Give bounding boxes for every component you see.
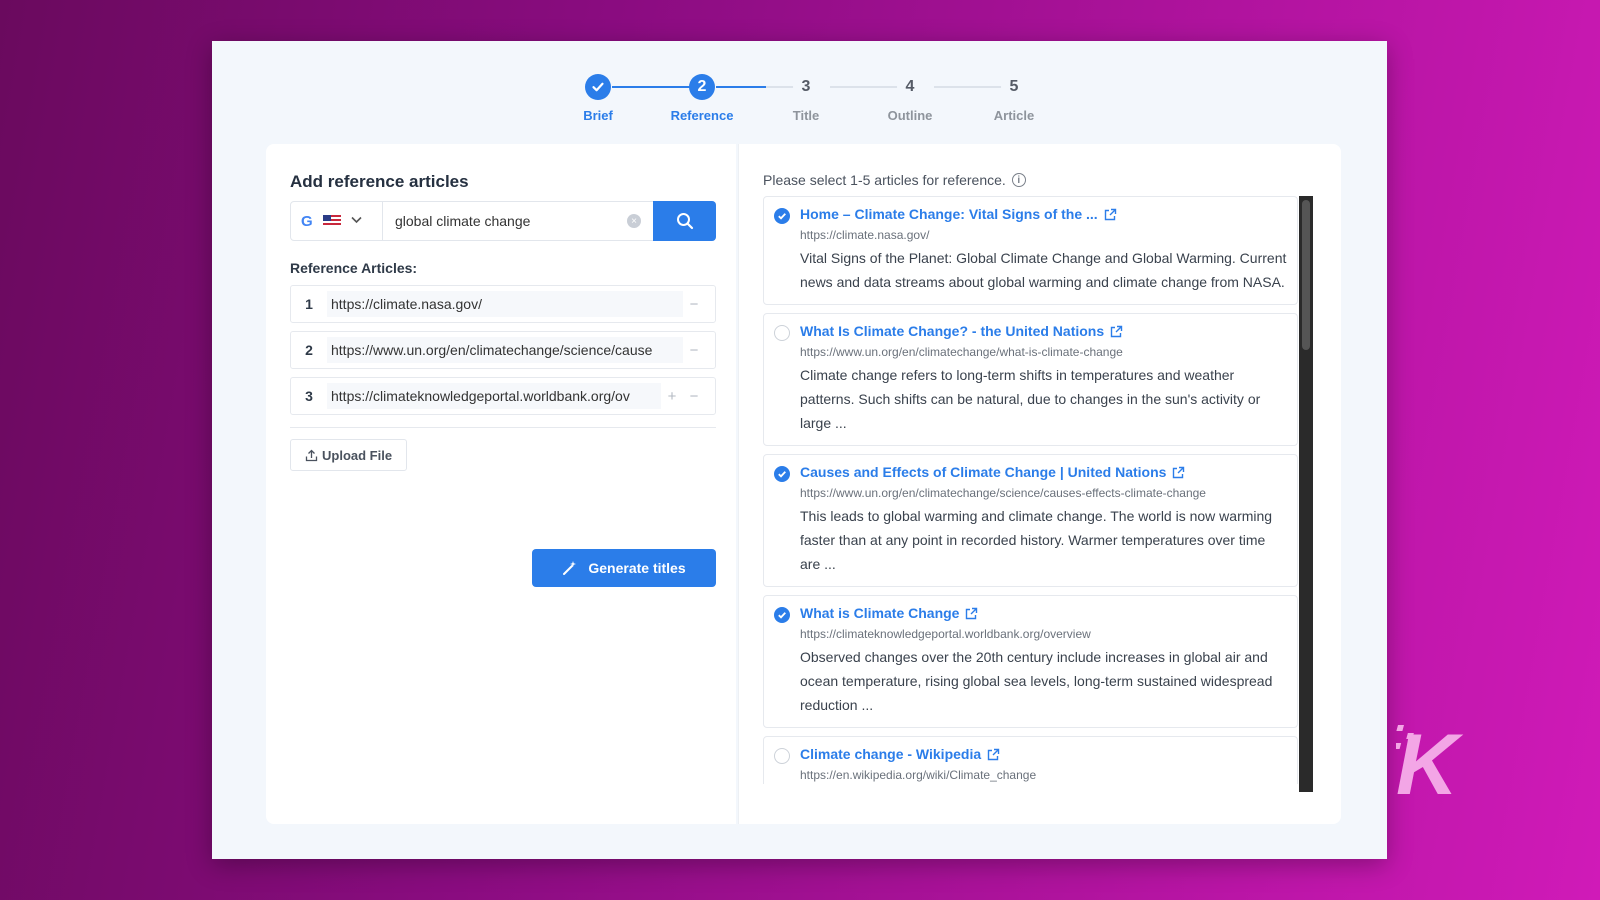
reference-number: 1 [305,296,313,312]
result-title: Climate change - Wikipedia [800,746,982,762]
reference-url-input[interactable]: https://www.un.org/en/climatechange/scie… [327,337,683,363]
result-title-link[interactable]: What Is Climate Change? - the United Nat… [800,323,1287,339]
unselected-checkbox[interactable] [774,748,790,764]
search-button[interactable] [653,201,716,241]
result-description: Vital Signs of the Planet: Global Climat… [800,250,1287,290]
remove-icon[interactable]: − [683,388,705,405]
reference-url-input[interactable]: https://climate.nasa.gov/ [327,291,683,317]
step-reference[interactable]: 2 Reference [652,74,752,123]
info-icon[interactable]: i [1011,173,1026,187]
search-bar: G × [290,201,716,241]
generate-titles-button[interactable]: Generate titles [532,549,716,587]
reference-number: 2 [305,342,313,358]
result-url: https://en.wikipedia.org/wiki/Climate_ch… [800,768,1037,782]
add-icon[interactable]: + [661,388,683,405]
result-title-link[interactable]: What is Climate Change [800,605,1287,621]
selection-instruction: Please select 1-5 articles for reference… [763,172,1026,188]
reference-row: 3 https://climateknowledgeportal.worldba… [290,377,716,415]
result-item: Climate change - Wikipedia https://en.wi… [763,736,1298,784]
step-number: 5 [1001,74,1027,100]
selected-checkbox[interactable] [774,208,790,224]
remove-icon[interactable]: − [683,296,705,313]
reference-row: 1 https://climate.nasa.gov/ − [290,285,716,323]
upload-icon [305,449,318,461]
divider [290,427,716,428]
reference-input-panel: Add reference articles G × Reference Art… [266,144,736,824]
clear-icon[interactable]: × [627,214,641,228]
unselected-checkbox[interactable] [774,325,790,341]
result-url: https://www.un.org/en/climatechange/what… [800,345,1123,359]
external-link-icon [987,748,1000,760]
result-item: Home – Climate Change: Vital Signs of th… [763,196,1298,305]
result-title: What Is Climate Change? - the United Nat… [800,323,1105,339]
result-url: https://climate.nasa.gov/ [800,228,930,242]
result-title: What is Climate Change [800,605,960,621]
result-title: Home – Climate Change: Vital Signs of th… [800,206,1098,222]
result-description: This leads to global warming and climate… [800,508,1273,572]
wizard-card: Brief 2 Reference 3 Title 4 Outline 5 Ar… [212,41,1387,859]
step-label: Outline [887,108,933,123]
scroll-thumb[interactable] [1302,200,1310,350]
result-description: Observed changes over the 20th century i… [800,649,1273,713]
result-item: What Is Climate Change? - the United Nat… [763,313,1298,446]
magic-wand-icon [563,561,577,575]
step-outline[interactable]: 4 Outline [860,74,960,123]
result-item: Causes and Effects of Climate Change | U… [763,454,1298,587]
step-article[interactable]: 5 Article [964,74,1064,123]
selected-checkbox[interactable] [774,607,790,623]
check-icon [585,74,611,100]
generate-label: Generate titles [588,560,686,576]
engine-region-select[interactable]: G [291,202,383,240]
chevron-down-icon [351,215,362,227]
step-number: 4 [897,74,923,100]
result-title-link[interactable]: Climate change - Wikipedia [800,746,1287,762]
search-icon [676,213,693,230]
external-link-icon [1173,466,1185,478]
reference-list: 1 https://climate.nasa.gov/ − 2 https://… [290,285,716,423]
search-input[interactable] [383,202,627,240]
results-list: Home – Climate Change: Vital Signs of th… [763,196,1298,784]
result-title-link[interactable]: Causes and Effects of Climate Change | U… [800,464,1287,480]
us-flag-icon [322,215,341,227]
results-scrollbar[interactable] [1299,196,1313,792]
panel-heading: Add reference articles [290,172,469,191]
instruction-text: Please select 1-5 articles for reference… [763,172,1006,188]
step-brief[interactable]: Brief [548,74,648,123]
upload-label: Upload File [322,447,393,463]
step-number: 2 [689,74,715,100]
search-results-panel: Please select 1-5 articles for reference… [738,144,1341,824]
external-link-icon [966,607,978,619]
reference-url-input[interactable]: https://climateknowledgeportal.worldbank… [327,383,661,409]
step-label: Article [993,108,1035,123]
result-url: https://climateknowledgeportal.worldbank… [800,627,1091,641]
external-link-icon [1110,325,1123,337]
result-item: What is Climate Change https://climatekn… [763,595,1298,728]
result-title-link[interactable]: Home – Climate Change: Vital Signs of th… [800,206,1287,222]
brand-logo: K [1396,717,1459,813]
google-icon: G [301,212,313,230]
result-description: Climate change refers to long-term shift… [800,367,1261,431]
reference-articles-heading: Reference Articles: [290,260,418,276]
step-number: 3 [793,74,819,100]
step-label: Reference [670,108,734,123]
external-link-icon [1104,208,1116,220]
step-label: Brief [583,108,613,123]
result-title: Causes and Effects of Climate Change | U… [800,464,1167,480]
upload-file-button[interactable]: Upload File [290,439,408,471]
remove-icon[interactable]: − [683,342,705,359]
reference-number: 3 [305,388,313,404]
result-url: https://www.un.org/en/climatechange/scie… [800,486,1206,500]
step-label: Title [792,108,820,123]
selected-checkbox[interactable] [774,466,790,482]
step-title[interactable]: 3 Title [756,74,856,123]
reference-row: 2 https://www.un.org/en/climatechange/sc… [290,331,716,369]
